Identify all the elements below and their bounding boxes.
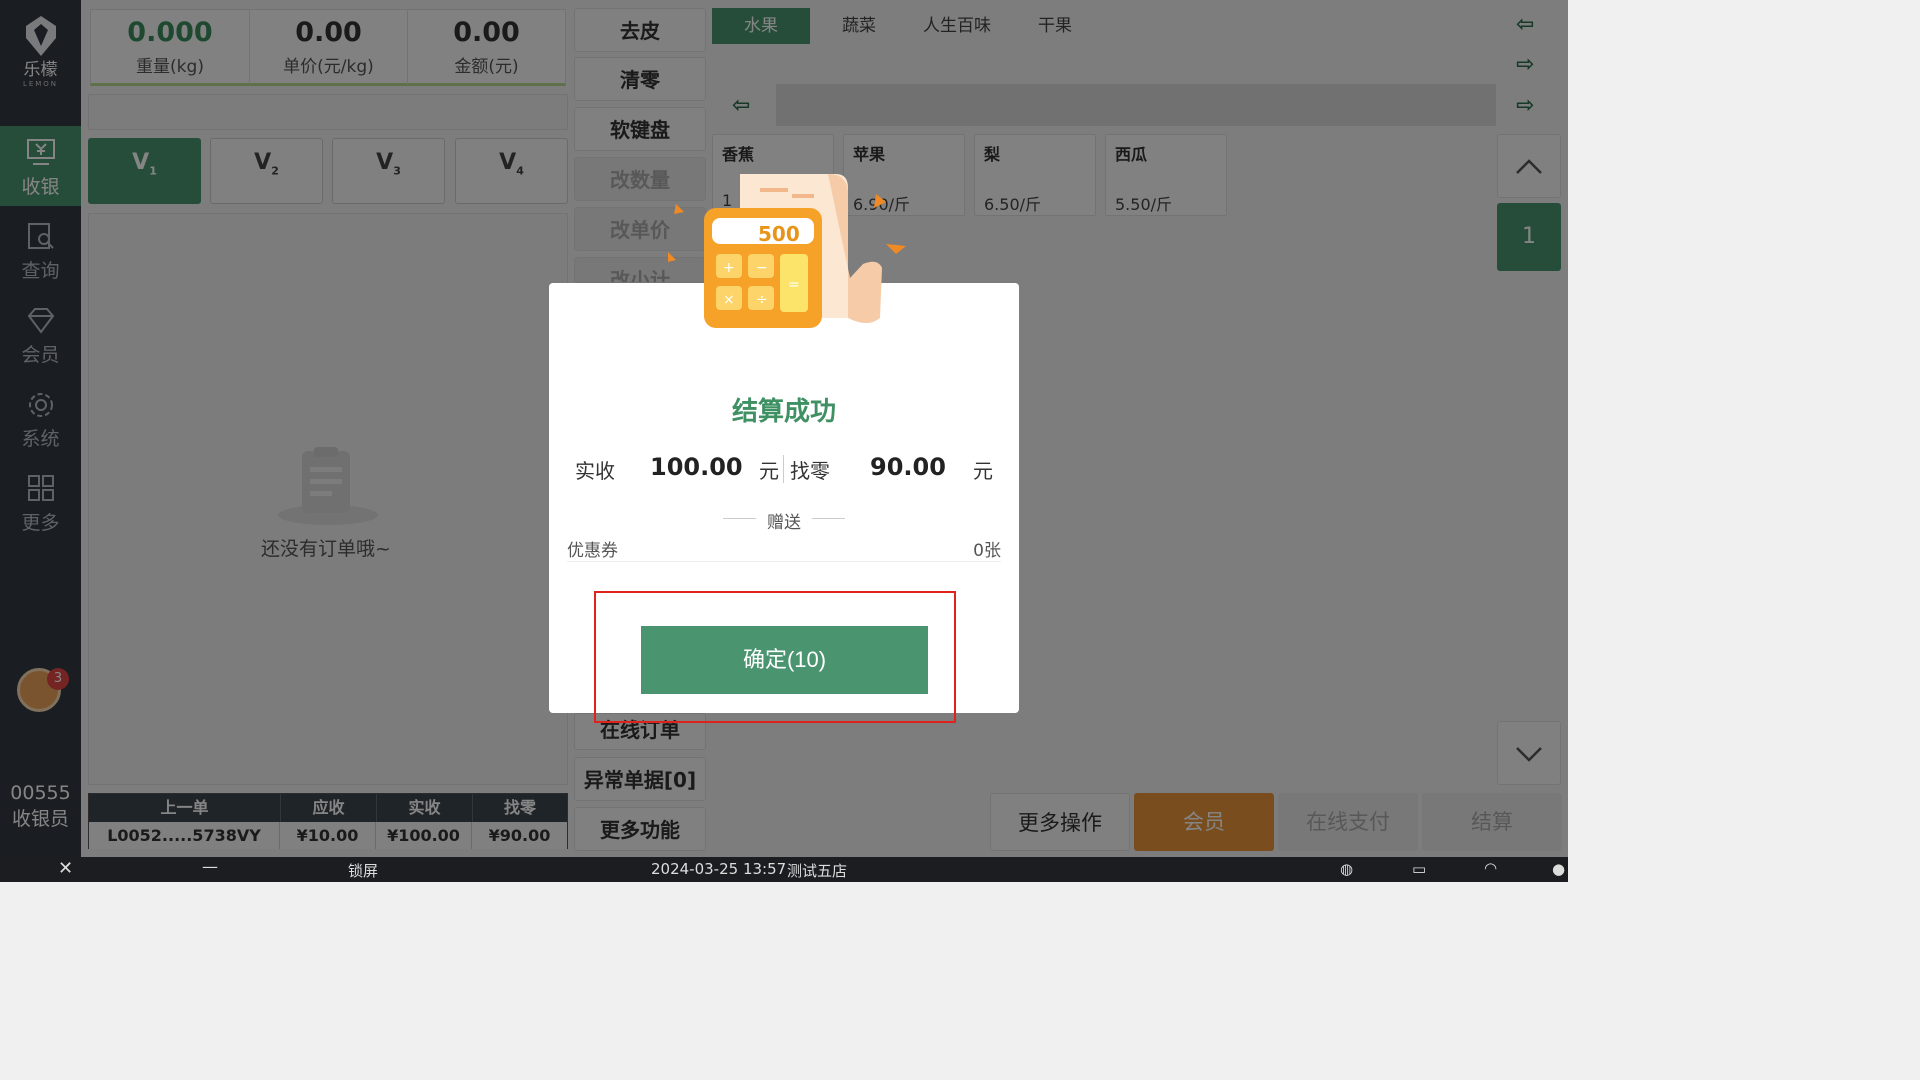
received-label: 实收 (575, 459, 615, 483)
globe-icon: ◍ (1340, 860, 1354, 878)
wifi-icon: ◠ (1484, 859, 1498, 877)
calculator-display: 500 (758, 222, 800, 246)
highlight-box (594, 591, 956, 723)
gift-label: 赠送 (767, 513, 801, 533)
change-value: 90.00 (870, 453, 946, 481)
minimize-icon[interactable]: — (202, 857, 218, 876)
coupon-label: 优惠券 (567, 541, 618, 561)
svg-text:−: − (756, 260, 768, 276)
coupon-row: 优惠券 0张 (567, 536, 1001, 562)
svg-text:=: = (788, 277, 800, 293)
change-label: 找零 (790, 459, 830, 483)
divider (783, 455, 784, 483)
lock-screen-button[interactable]: 锁屏 (348, 860, 378, 881)
received-value: 100.00 (650, 453, 743, 481)
svg-text:×: × (723, 292, 735, 308)
svg-text:÷: ÷ (756, 292, 768, 308)
coupon-value: 0张 (973, 541, 1001, 561)
datetime: 2024-03-25 13:57 (651, 860, 787, 878)
monitor-icon: ▭ (1412, 860, 1427, 878)
status-dot-icon: ● (1552, 860, 1566, 878)
store-name: 测试五店 (787, 862, 848, 880)
calculator-illustration-icon: 500 + − × ÷ = (668, 168, 908, 333)
svg-text:+: + (723, 260, 735, 276)
received-unit: 元 (759, 459, 779, 483)
dialog-title: 结算成功 (731, 397, 836, 427)
change-unit: 元 (973, 459, 993, 483)
divider (812, 518, 845, 519)
status-bar: ✕ — 锁屏 2024-03-25 13:57 测试五店 ◍ ▭ ◠ ● (0, 857, 1568, 882)
close-icon[interactable]: ✕ (58, 858, 73, 879)
